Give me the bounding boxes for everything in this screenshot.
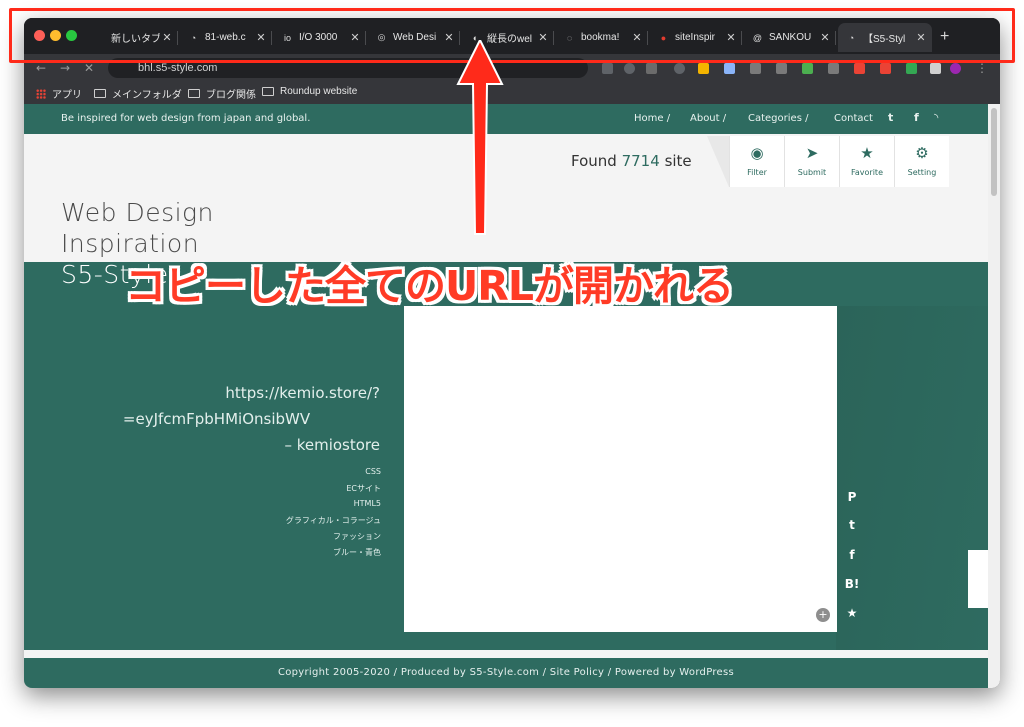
twitter-icon[interactable]: t <box>888 111 893 124</box>
setting-button[interactable]: ⚙ Setting <box>894 136 949 187</box>
folder-icon <box>188 89 200 98</box>
extension-icon[interactable] <box>698 63 709 74</box>
category-link[interactable]: ファッション <box>254 531 381 542</box>
screenshot-stage: 新しいタブ ✕ ◔ 81-web.c ✕ io I/O 3000 ✕ ◎ Web… <box>0 0 1024 727</box>
folder-icon <box>262 87 274 96</box>
bookmark-label: Roundup website <box>280 86 358 97</box>
site-preview-image[interactable] <box>404 306 837 632</box>
extension-icon[interactable] <box>724 63 735 74</box>
bookmarks-bar: アプリ メインフォルダ ブログ関係 Roundup website <box>24 82 1000 104</box>
hatena-bookmark-icon[interactable]: B! <box>840 577 864 591</box>
bookmark-apps[interactable]: アプリ <box>36 86 82 101</box>
extension-icon[interactable] <box>674 63 685 74</box>
folder-icon <box>94 89 106 98</box>
category-link[interactable]: ブルー・青色 <box>254 547 381 558</box>
favorite-button[interactable]: ★ Favorite <box>839 136 894 187</box>
showcase-area: https://kemio.store/? _bt=eyJfcmFpbHMiOn… <box>24 262 988 650</box>
send-icon: ➤ <box>805 144 819 162</box>
site-count: 7714 <box>621 152 660 170</box>
stop-loading-icon[interactable]: ✕ <box>84 61 94 75</box>
extension-icon[interactable] <box>624 63 635 74</box>
nav-categories-link[interactable]: Categories / <box>748 113 808 124</box>
puzzle-icon[interactable] <box>930 63 941 74</box>
site-footer: Copyright 2005-2020 / Produced by S5-Sty… <box>24 658 988 688</box>
extension-icon[interactable] <box>906 63 917 74</box>
avatar[interactable] <box>950 63 961 74</box>
address-text: bhl.s5-style.com <box>138 62 218 74</box>
forward-arrow-icon[interactable]: → <box>60 61 70 75</box>
tools-shadow <box>707 136 729 187</box>
bookmark-label: メインフォルダ <box>112 90 182 101</box>
extension-icon[interactable] <box>802 63 813 74</box>
star-icon: ★ <box>860 144 874 162</box>
submit-button[interactable]: ➤ Submit <box>784 136 839 187</box>
back-arrow-icon[interactable]: ← <box>36 61 46 75</box>
extension-icon[interactable] <box>776 63 787 74</box>
star-icon[interactable]: ★ <box>840 606 864 620</box>
rss-icon[interactable]: ◝ <box>934 111 938 124</box>
bookmark-label: アプリ <box>52 90 82 101</box>
nav-home-link[interactable]: Home / <box>634 113 670 124</box>
browser-window: 新しいタブ ✕ ◔ 81-web.c ✕ io I/O 3000 ✕ ◎ Web… <box>24 18 1000 688</box>
category-link[interactable]: ECサイト <box>254 483 381 494</box>
category-link[interactable]: グラフィカル・コラージュ <box>254 515 381 526</box>
annotation-caption: コピーした全てのURLが開かれる <box>125 262 734 310</box>
extension-icon[interactable] <box>602 63 613 74</box>
bookmark-main-folder[interactable]: メインフォルダ <box>94 86 182 101</box>
extension-icon[interactable] <box>750 63 761 74</box>
more-menu-icon[interactable]: ⋮ <box>976 61 988 75</box>
page-scrollbar[interactable] <box>988 104 1000 688</box>
entry-title-link[interactable]: https://kemio.store/? _bt=eyJfcmFpbHMiOn… <box>124 380 380 458</box>
scrollbar-thumb[interactable] <box>991 108 997 196</box>
extension-icon[interactable] <box>880 63 891 74</box>
bookmark-label: ブログ関係 <box>206 90 256 101</box>
twitter-icon[interactable]: t <box>840 518 864 532</box>
extension-icon[interactable] <box>828 63 839 74</box>
eye-icon: ◉ <box>750 144 764 162</box>
pinterest-icon[interactable]: P <box>840 490 864 504</box>
arrow-shape <box>456 40 504 235</box>
filter-button[interactable]: ◉ Filter <box>729 136 784 187</box>
facebook-icon[interactable]: f <box>840 548 864 562</box>
category-link[interactable]: HTML5 <box>254 499 381 508</box>
web-page: Be inspired for web design from japan an… <box>24 104 988 688</box>
bookmark-roundup-folder[interactable]: Roundup website <box>262 86 357 97</box>
found-count: Found 7714 site <box>571 152 692 170</box>
facebook-icon[interactable]: f <box>914 111 919 124</box>
site-tagline: Be inspired for web design from japan an… <box>61 113 311 124</box>
site-top-strip: Be inspired for web design from japan an… <box>24 104 988 134</box>
bookmark-blog-folder[interactable]: ブログ関係 <box>188 86 256 101</box>
side-panel-tab[interactable] <box>968 550 988 608</box>
nav-about-link[interactable]: About / <box>690 113 726 124</box>
up-arrow-annotation <box>456 40 504 235</box>
extension-icon[interactable] <box>854 63 865 74</box>
extension-icon[interactable] <box>646 63 657 74</box>
plus-circle-icon[interactable]: + <box>816 608 830 622</box>
tab-bar-highlight-box <box>9 8 1015 63</box>
gear-icon: ⚙ <box>915 144 929 162</box>
category-link[interactable]: CSS <box>254 467 381 476</box>
nav-contact-link[interactable]: Contact <box>834 113 873 124</box>
apps-grid-icon <box>36 88 46 99</box>
